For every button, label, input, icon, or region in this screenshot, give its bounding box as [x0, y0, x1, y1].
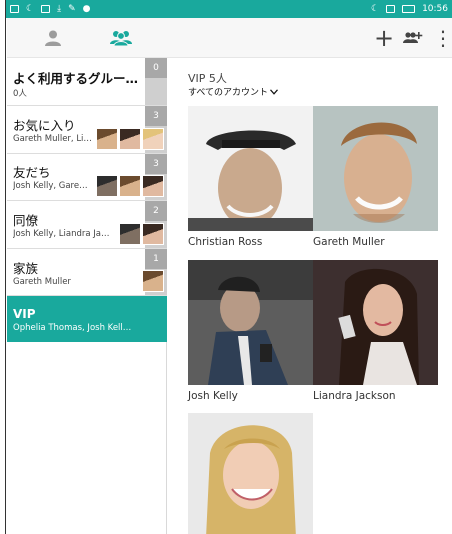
- thumb-liandra: [119, 128, 141, 150]
- hat-man-photo: [188, 106, 313, 231]
- group-members: Gareth Muller: [13, 277, 71, 287]
- group-members: 0人: [13, 89, 27, 99]
- contact-card[interactable]: [188, 413, 313, 534]
- contact-photo: [188, 260, 313, 385]
- group-name: 家族: [13, 261, 39, 276]
- status-bar: ☾ ⤓ ✎ ● ☾ 10:56: [6, 0, 452, 18]
- group-members: Gareth Muller, Li…: [13, 134, 92, 144]
- battery-icon: [402, 5, 416, 13]
- contacts-app-screen: ☾ ⤓ ✎ ● ☾ 10:56 + ⋮ よく利用するグルー… 0人 0 お気に入…: [0, 0, 452, 534]
- member-thumbnails: [119, 223, 164, 245]
- group-members: Josh Kelly, Liandra Ja…: [13, 229, 110, 239]
- contact-photo: [313, 106, 438, 231]
- tool-icon: ✎: [68, 3, 76, 14]
- group-item-frequent[interactable]: よく利用するグルー… 0人 0: [7, 58, 167, 106]
- status-time: 10:56: [422, 4, 448, 14]
- group-item-friends[interactable]: 友だち Josh Kelly, Gare… 3: [7, 154, 167, 201]
- contact-name: Josh Kelly: [188, 390, 238, 402]
- contact-name: Gareth Muller: [313, 236, 385, 248]
- group-name: お気に入り: [13, 118, 76, 133]
- contact-name: Christian Ross: [188, 236, 263, 248]
- battery-saver-icon: [386, 5, 396, 13]
- member-thumbnails: [142, 270, 164, 292]
- download-icon: ⤓: [57, 3, 62, 14]
- blond-man-photo: [313, 106, 438, 231]
- group-name: 友だち: [13, 165, 51, 180]
- thumb-ophelia: [142, 128, 164, 150]
- add-contact-button[interactable]: +: [372, 26, 396, 50]
- contact-card[interactable]: Josh Kelly: [188, 260, 313, 402]
- tab-contacts[interactable]: [41, 26, 65, 50]
- status-system: ☾ 10:56: [371, 4, 448, 14]
- app-toolbar: + ⋮: [7, 18, 452, 58]
- group-icon: [110, 31, 132, 47]
- chevron-down-icon: [270, 88, 278, 95]
- contact-name: Liandra Jackson: [313, 390, 396, 402]
- contact-card[interactable]: Gareth Muller: [313, 106, 438, 248]
- man-with-phone-photo: [188, 260, 313, 385]
- group-item-favorites[interactable]: お気に入り Gareth Muller, Li… 3: [7, 106, 167, 154]
- account-filter-label: すべてのアカウント: [188, 88, 269, 98]
- group-name: VIP: [13, 307, 36, 321]
- member-thumbnails: [96, 175, 164, 197]
- add-group-icon: [403, 32, 423, 43]
- thumb-gareth: [142, 270, 164, 292]
- woman-with-phone-photo: [313, 260, 438, 385]
- message-icon: [10, 5, 19, 13]
- group-members: Josh Kelly, Gare…: [13, 181, 88, 191]
- blonde-woman-photo: [188, 413, 313, 534]
- member-thumbnails: [96, 128, 164, 150]
- thumb-gareth: [119, 175, 141, 197]
- add-group-button[interactable]: [401, 26, 425, 50]
- thumb-liandra: [142, 223, 164, 245]
- thumb-liandra: [142, 175, 164, 197]
- more-options-button[interactable]: ⋮: [431, 26, 452, 50]
- moon-icon: ☾: [370, 3, 380, 14]
- tab-groups[interactable]: [109, 26, 133, 50]
- group-title: VIP 5人: [188, 72, 227, 85]
- group-count-badge: 3: [145, 106, 167, 126]
- group-count-badge: 2: [145, 201, 167, 221]
- contact-card[interactable]: Christian Ross: [188, 106, 313, 248]
- group-count-badge: 1: [145, 249, 167, 269]
- group-name: よく利用するグルー…: [13, 71, 139, 86]
- group-name: 同僚: [13, 213, 39, 228]
- group-item-coworkers[interactable]: 同僚 Josh Kelly, Liandra Ja… 2: [7, 201, 167, 249]
- group-detail: VIP 5人 すべてのアカウント Christian Ross Gareth M…: [168, 58, 452, 534]
- group-item-vip[interactable]: VIP Ophelia Thomas, Josh Kell…: [7, 296, 167, 342]
- thumb-gareth: [96, 128, 118, 150]
- screen-edge: [0, 0, 6, 534]
- thumb-josh: [96, 175, 118, 197]
- count-badge-bar: [145, 78, 167, 105]
- status-notifications: ☾ ⤓ ✎ ●: [10, 3, 91, 14]
- group-members: Ophelia Thomas, Josh Kell…: [13, 323, 132, 333]
- group-count-badge: 0: [145, 58, 167, 78]
- contact-card[interactable]: Liandra Jackson: [313, 260, 438, 402]
- moon-icon: ☾: [26, 3, 35, 14]
- contact-photo: [188, 413, 313, 534]
- contact-photo: [313, 260, 438, 385]
- thumb-josh: [119, 223, 141, 245]
- group-list: よく利用するグルー… 0人 0 お気に入り Gareth Muller, Li……: [7, 58, 167, 534]
- image-icon: [41, 5, 51, 13]
- account-filter-dropdown[interactable]: すべてのアカウント: [188, 85, 278, 98]
- android-icon: ●: [82, 3, 91, 14]
- group-item-family[interactable]: 家族 Gareth Muller 1: [7, 249, 167, 296]
- group-count-badge: 3: [145, 154, 167, 174]
- person-icon: [45, 30, 61, 46]
- contact-photo: [188, 106, 313, 231]
